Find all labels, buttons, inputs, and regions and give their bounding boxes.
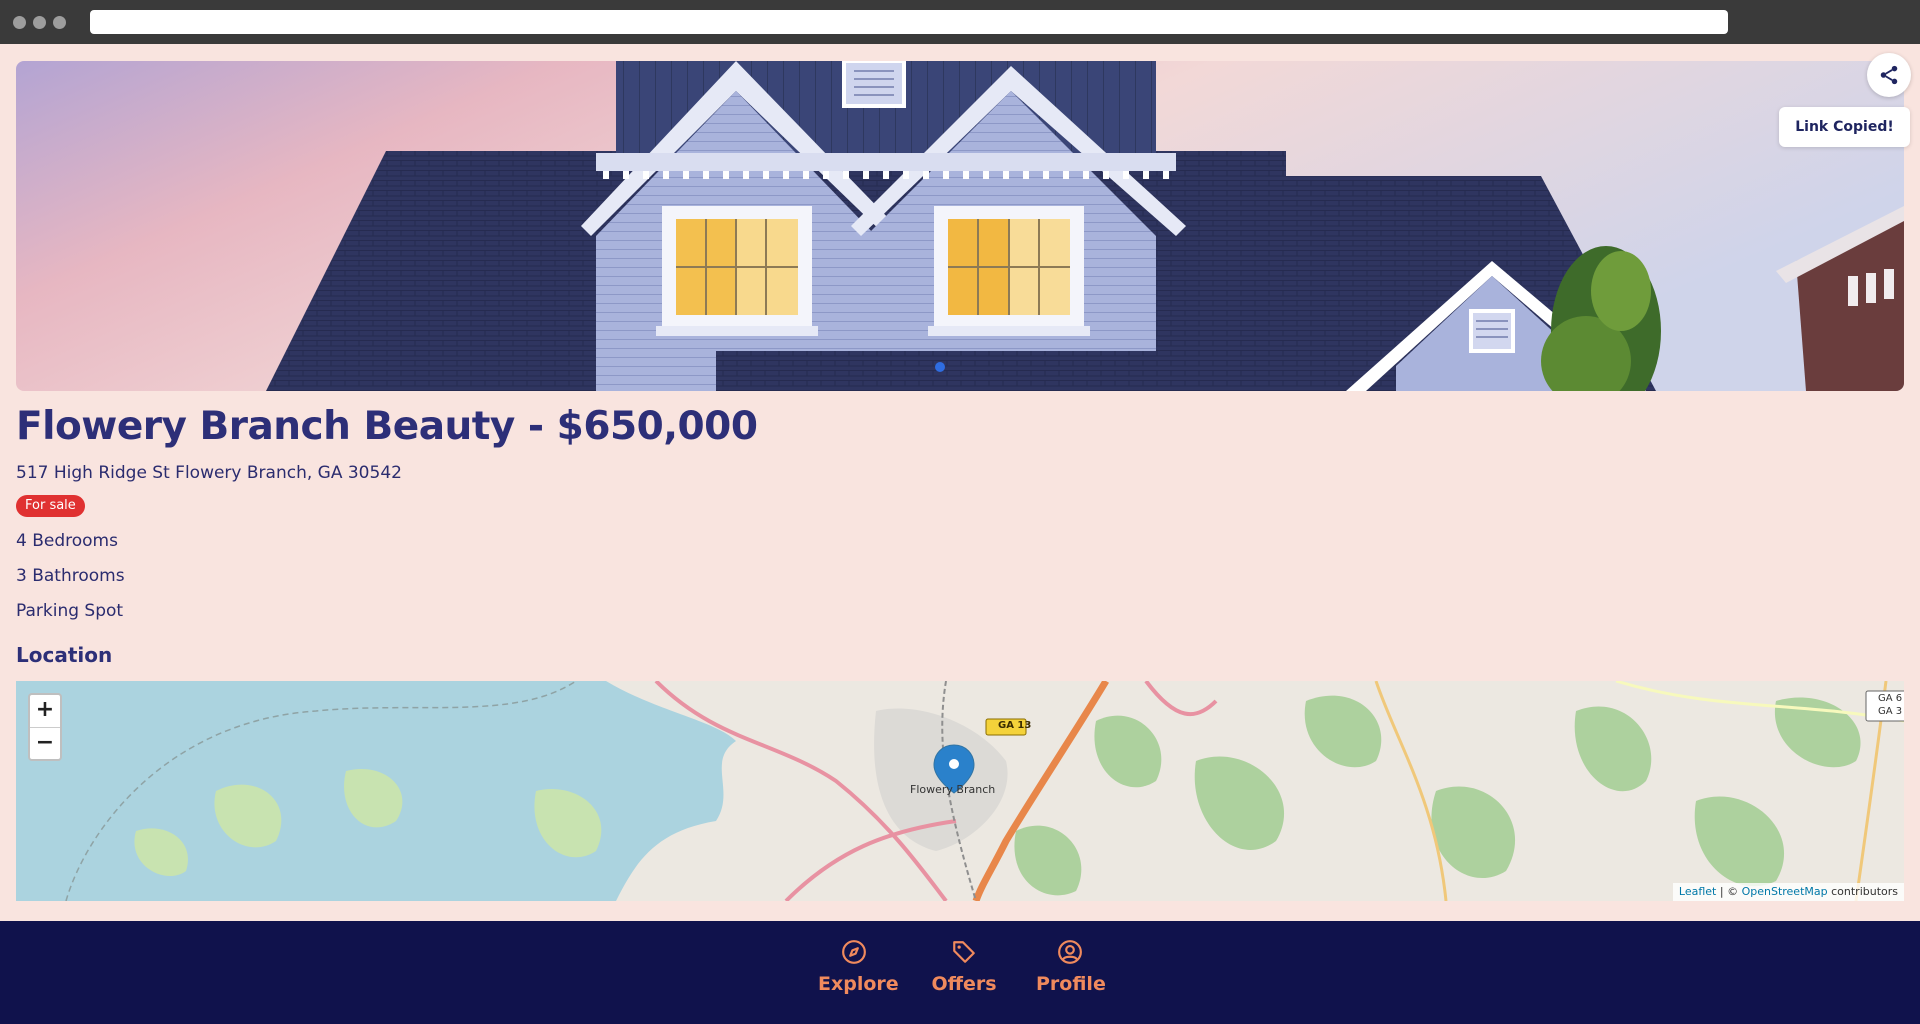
nav-profile-label: Profile [1036,973,1106,995]
hero-image[interactable] [16,61,1904,391]
road-label-ga3: GA 3 [1878,706,1903,717]
tag-icon [953,941,975,963]
map-zoom-control: + − [28,693,62,761]
nav-explore[interactable]: Explore [818,939,899,995]
user-circle-icon [1058,940,1082,964]
share-icon [1880,65,1898,85]
address-bar[interactable] [90,10,1728,34]
attribution-separator: | © [1716,885,1742,898]
feature-bedrooms: 4 Bedrooms [16,531,118,551]
window-maximize-dot[interactable] [53,16,66,29]
status-badge: For sale [16,495,85,517]
compass-icon [842,940,866,964]
road-label-ga6: GA 6 [1878,693,1903,704]
feature-parking: Parking Spot [16,601,124,621]
nav-profile[interactable]: Profile [1036,939,1106,995]
window-minimize-dot[interactable] [33,16,46,29]
listing-address: 517 High Ridge St Flowery Branch, GA 305… [16,463,402,483]
nav-offers[interactable]: Offers [930,939,998,995]
location-heading: Location [16,643,113,667]
browser-chrome [0,0,1920,44]
location-map[interactable]: GA 13 Flowery Branch GA 6 GA 3 [16,681,1904,901]
zoom-in-button[interactable]: + [30,695,60,727]
listing-title: Flowery Branch Beauty - $650,000 [16,404,758,449]
road-label-ga13: GA 13 [998,720,1032,731]
leaflet-link[interactable]: Leaflet [1679,885,1716,898]
share-button[interactable] [1867,53,1911,97]
window-close-dot[interactable] [13,16,26,29]
feature-bathrooms: 3 Bathrooms [16,566,125,586]
carousel-dot-active[interactable] [935,362,945,372]
attribution-suffix: contributors [1827,885,1898,898]
bottom-navigation: Explore Offers Profile [0,921,1920,1024]
nav-explore-label: Explore [818,973,899,995]
link-copied-toast: Link Copied! [1779,107,1910,147]
zoom-out-button[interactable]: − [30,727,60,759]
openstreetmap-link[interactable]: OpenStreetMap [1742,885,1828,898]
map-attribution: Leaflet | © OpenStreetMap contributors [1672,883,1904,901]
nav-offers-label: Offers [931,973,997,995]
house-photo [16,61,1904,391]
town-label: Flowery Branch [910,783,996,796]
